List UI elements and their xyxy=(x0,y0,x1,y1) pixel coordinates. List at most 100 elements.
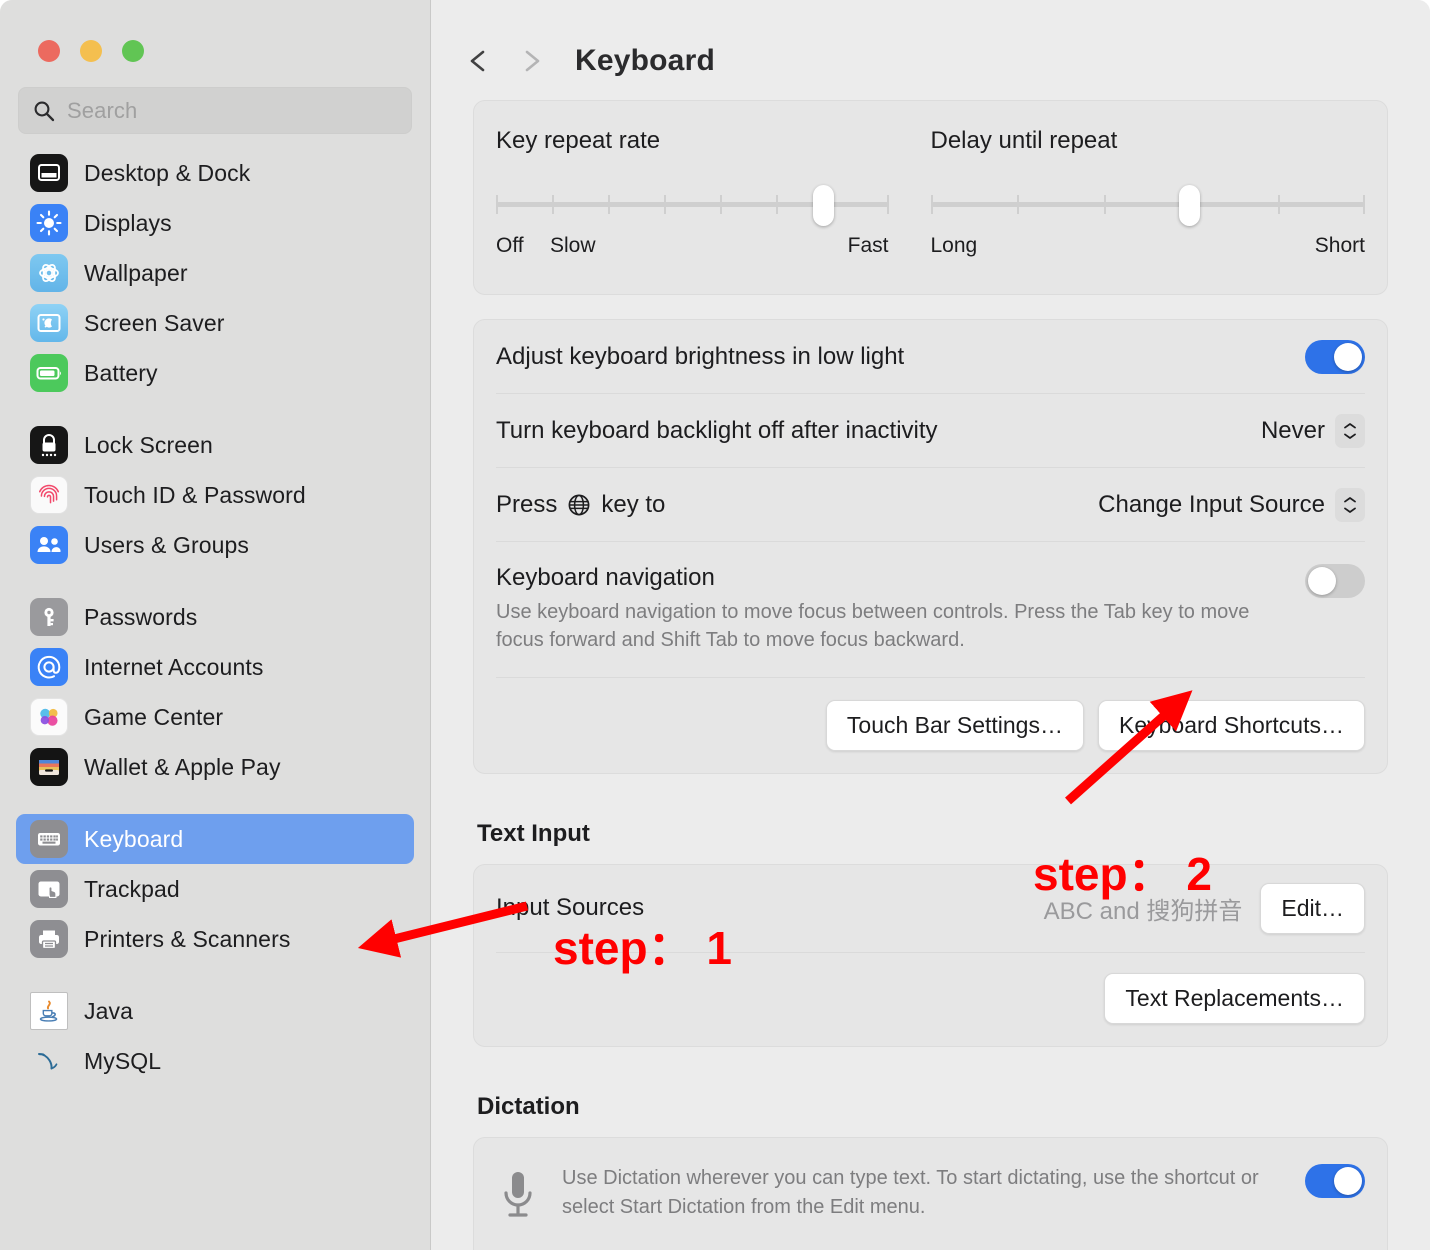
input-sources-edit-button[interactable]: Edit… xyxy=(1260,882,1365,934)
adjust-brightness-row: Adjust keyboard brightness in low light xyxy=(496,320,1365,394)
sidebar-item-mysql[interactable]: MySQL xyxy=(16,1036,414,1086)
sidebar-item-displays[interactable]: Displays xyxy=(16,198,414,248)
system-settings-window: Search Desktop & Dock Displays Wallpaper… xyxy=(0,0,1430,1250)
input-sources-label: Input Sources xyxy=(496,894,645,922)
globe-key-stepper[interactable] xyxy=(1335,487,1365,522)
sidebar-item-battery[interactable]: Battery xyxy=(16,348,414,398)
sidebar-item-label: Wallet & Apple Pay xyxy=(84,753,281,780)
sidebar-item-java[interactable]: Java xyxy=(16,986,414,1036)
sidebar-item-game-center[interactable]: Game Center xyxy=(16,692,414,742)
sidebar-item-label: Trackpad xyxy=(84,875,180,902)
screen-saver-icon xyxy=(30,304,68,342)
sidebar-item-wallpaper[interactable]: Wallpaper xyxy=(16,248,414,298)
delay-until-repeat-thumb[interactable] xyxy=(1179,185,1201,226)
dictation-paragraph-1: Use Dictation wherever you can type text… xyxy=(562,1166,1259,1218)
settings-nav-list: Desktop & Dock Displays Wallpaper Screen… xyxy=(16,148,414,1086)
toolbar: Keyboard xyxy=(431,0,1430,92)
delay-until-repeat-label: Delay until repeat xyxy=(930,127,1118,154)
text-replacements-button[interactable]: Text Replacements… xyxy=(1104,972,1365,1024)
microphone-icon xyxy=(496,1164,542,1250)
touch-id-icon xyxy=(30,476,68,514)
delay-until-repeat-block: Delay until repeat Long Short xyxy=(930,127,1365,264)
sidebar-item-wallet-apple-pay[interactable]: Wallet & Apple Pay xyxy=(16,742,414,792)
battery-icon xyxy=(30,354,68,392)
keyboard-navigation-toggle[interactable] xyxy=(1305,564,1365,598)
key-repeat-rate-thumb[interactable] xyxy=(812,185,834,226)
close-button[interactable] xyxy=(38,40,60,62)
nav-group-accounts: Passwords Internet Accounts Game Center … xyxy=(16,592,414,792)
sidebar-item-label: Internet Accounts xyxy=(84,653,264,680)
input-sources-row: Input Sources ABC and 搜狗拼音 Edit… xyxy=(496,865,1365,953)
key-repeat-rate-scale-labels: Off Slow Fast xyxy=(496,234,889,264)
mysql-dolphin-icon xyxy=(30,1042,68,1080)
nav-group-appearance: Desktop & Dock Displays Wallpaper Screen… xyxy=(16,148,414,398)
sidebar-item-passwords[interactable]: Passwords xyxy=(16,592,414,642)
sidebar-item-touch-id[interactable]: Touch ID & Password xyxy=(16,470,414,520)
chevron-up-icon xyxy=(1344,422,1356,428)
delay-until-repeat-slider[interactable] xyxy=(930,185,1365,226)
lock-screen-icon xyxy=(30,426,68,464)
sidebar-item-keyboard[interactable]: Keyboard xyxy=(16,814,414,864)
sidebar-item-label: Users & Groups xyxy=(84,531,250,558)
slider-label-slow: Slow xyxy=(550,234,596,257)
input-sources-value: ABC and 搜狗拼音 xyxy=(1043,897,1243,925)
nav-group-security: Lock Screen Touch ID & Password Users & … xyxy=(16,420,414,570)
passwords-key-icon xyxy=(30,598,68,636)
slider-track xyxy=(930,202,1365,207)
backlight-off-value: Never xyxy=(1260,416,1325,444)
desktop-dock-icon xyxy=(30,154,68,192)
backlight-off-stepper[interactable] xyxy=(1335,413,1365,448)
sidebar-item-users-groups[interactable]: Users & Groups xyxy=(16,520,414,570)
backlight-off-label: Turn keyboard backlight off after inacti… xyxy=(496,416,938,444)
backlight-off-row: Turn keyboard backlight off after inacti… xyxy=(496,394,1365,468)
dictation-toggle[interactable] xyxy=(1305,1163,1365,1198)
slider-label-fast: Fast xyxy=(847,234,889,257)
forward-button[interactable] xyxy=(505,39,557,83)
main-content: Keyboard Key repeat rate Off Slow Fast D… xyxy=(431,0,1430,1250)
slider-label-long: Long xyxy=(930,234,978,257)
trackpad-icon xyxy=(30,870,68,908)
sidebar-item-label: Passwords xyxy=(84,603,198,630)
sidebar-item-internet-accounts[interactable]: Internet Accounts xyxy=(16,642,414,692)
sidebar: Search Desktop & Dock Displays Wallpaper… xyxy=(0,0,431,1250)
printer-icon xyxy=(30,920,68,958)
sidebar-item-desktop-dock[interactable]: Desktop & Dock xyxy=(16,148,414,198)
touch-bar-settings-button[interactable]: Touch Bar Settings… xyxy=(825,699,1084,751)
keyboard-navigation-text: Keyboard navigation Use keyboard navigat… xyxy=(496,564,1305,655)
dictation-card: Use Dictation wherever you can type text… xyxy=(473,1136,1388,1250)
sidebar-item-label: Desktop & Dock xyxy=(84,159,251,186)
sidebar-item-label: Battery xyxy=(84,359,158,386)
keyboard-navigation-description: Use keyboard navigation to move focus be… xyxy=(496,601,1250,652)
minimize-button[interactable] xyxy=(80,40,102,62)
zoom-button[interactable] xyxy=(122,40,144,62)
displays-icon xyxy=(30,204,68,242)
keyboard-icon xyxy=(30,820,68,858)
sidebar-item-trackpad[interactable]: Trackpad xyxy=(16,864,414,914)
sidebar-item-label: Lock Screen xyxy=(84,431,213,458)
nav-group-third-party: Java MySQL xyxy=(16,986,414,1086)
search-field[interactable]: Search xyxy=(18,87,412,134)
wallpaper-icon xyxy=(30,254,68,292)
keyboard-settings-card: Adjust keyboard brightness in low light … xyxy=(473,319,1388,774)
key-repeat-rate-block: Key repeat rate Off Slow Fast xyxy=(496,127,931,264)
wallet-apple-pay-icon xyxy=(30,748,68,786)
globe-key-row: Press key to Change Input Source xyxy=(496,468,1365,542)
globe-icon xyxy=(563,493,595,517)
key-repeat-rate-slider[interactable] xyxy=(496,185,889,226)
key-repeat-card: Key repeat rate Off Slow Fast Delay unti… xyxy=(473,100,1388,295)
sidebar-item-label: Touch ID & Password xyxy=(84,481,306,508)
sidebar-item-label: Game Center xyxy=(84,703,224,730)
sidebar-item-label: Printers & Scanners xyxy=(84,925,291,952)
java-icon xyxy=(30,992,68,1030)
sidebar-item-lock-screen[interactable]: Lock Screen xyxy=(16,420,414,470)
back-button[interactable] xyxy=(453,39,505,83)
adjust-brightness-toggle[interactable] xyxy=(1305,339,1365,374)
chevron-up-icon xyxy=(1344,496,1356,502)
slider-label-off: Off xyxy=(496,234,524,257)
sidebar-item-printers-scanners[interactable]: Printers & Scanners xyxy=(16,914,414,964)
chevron-down-icon xyxy=(1344,433,1356,439)
search-placeholder: Search xyxy=(67,97,138,123)
globe-key-label-after: key to xyxy=(601,490,666,518)
keyboard-shortcuts-button[interactable]: Keyboard Shortcuts… xyxy=(1097,699,1365,751)
sidebar-item-screen-saver[interactable]: Screen Saver xyxy=(16,298,414,348)
